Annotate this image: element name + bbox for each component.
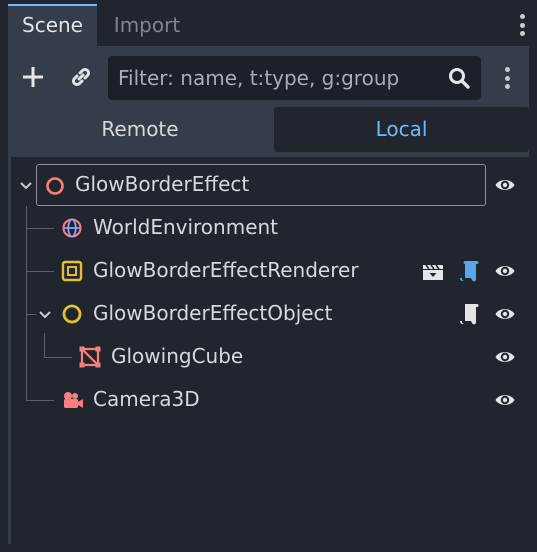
tree-guide-line [26,314,36,315]
tree-row-label: Camera3D [93,387,200,411]
tree-guide-line [44,333,45,357]
tree-guide-line [44,357,72,358]
plus-icon [23,67,43,87]
visibility-eye-icon[interactable] [494,260,516,282]
node2d-ring-icon [62,304,82,324]
search-icon [449,68,470,89]
script-icon[interactable] [459,302,481,326]
scene-menu-icon[interactable] [505,67,511,89]
remote-toggle[interactable]: Remote [8,107,272,152]
tab-import[interactable]: Import [97,4,197,46]
tree-guide-line [26,228,54,229]
visibility-eye-icon[interactable] [494,174,516,196]
tree-row-label: GlowBorderEffectObject [93,301,333,325]
dock-menu-icon[interactable] [520,14,526,36]
tree-guide-line [26,206,27,400]
tree-row-label: GlowBorderEffectRenderer [93,258,359,282]
filter-field[interactable] [108,56,481,100]
tree-guide-line [26,400,54,401]
tree-row-label: GlowingCube [111,344,244,368]
tree-row-label: WorldEnvironment [93,215,279,239]
mesh-instance-icon [79,346,101,368]
add-node-button[interactable] [18,62,48,92]
dock-tab-bar: Scene Import [0,0,537,46]
chevron-down-icon[interactable] [37,307,53,323]
chevron-down-icon[interactable] [18,178,34,194]
clapperboard-icon[interactable] [421,260,445,282]
visibility-eye-icon[interactable] [494,389,516,411]
node3d-icon [46,177,64,195]
world-environment-icon [62,218,82,238]
tree-guide-line [26,271,54,272]
visibility-eye-icon[interactable] [494,303,516,325]
tree-row-label: GlowBorderEffect [75,172,250,196]
filter-input[interactable] [108,56,448,100]
instance-scene-button[interactable] [66,62,96,92]
subviewport-container-icon [61,260,83,282]
script-icon[interactable] [459,259,481,283]
visibility-eye-icon[interactable] [494,346,516,368]
tab-scene[interactable]: Scene [8,4,97,46]
local-toggle[interactable]: Local [274,107,529,152]
link-icon [71,67,91,87]
camera3d-icon [64,392,83,408]
